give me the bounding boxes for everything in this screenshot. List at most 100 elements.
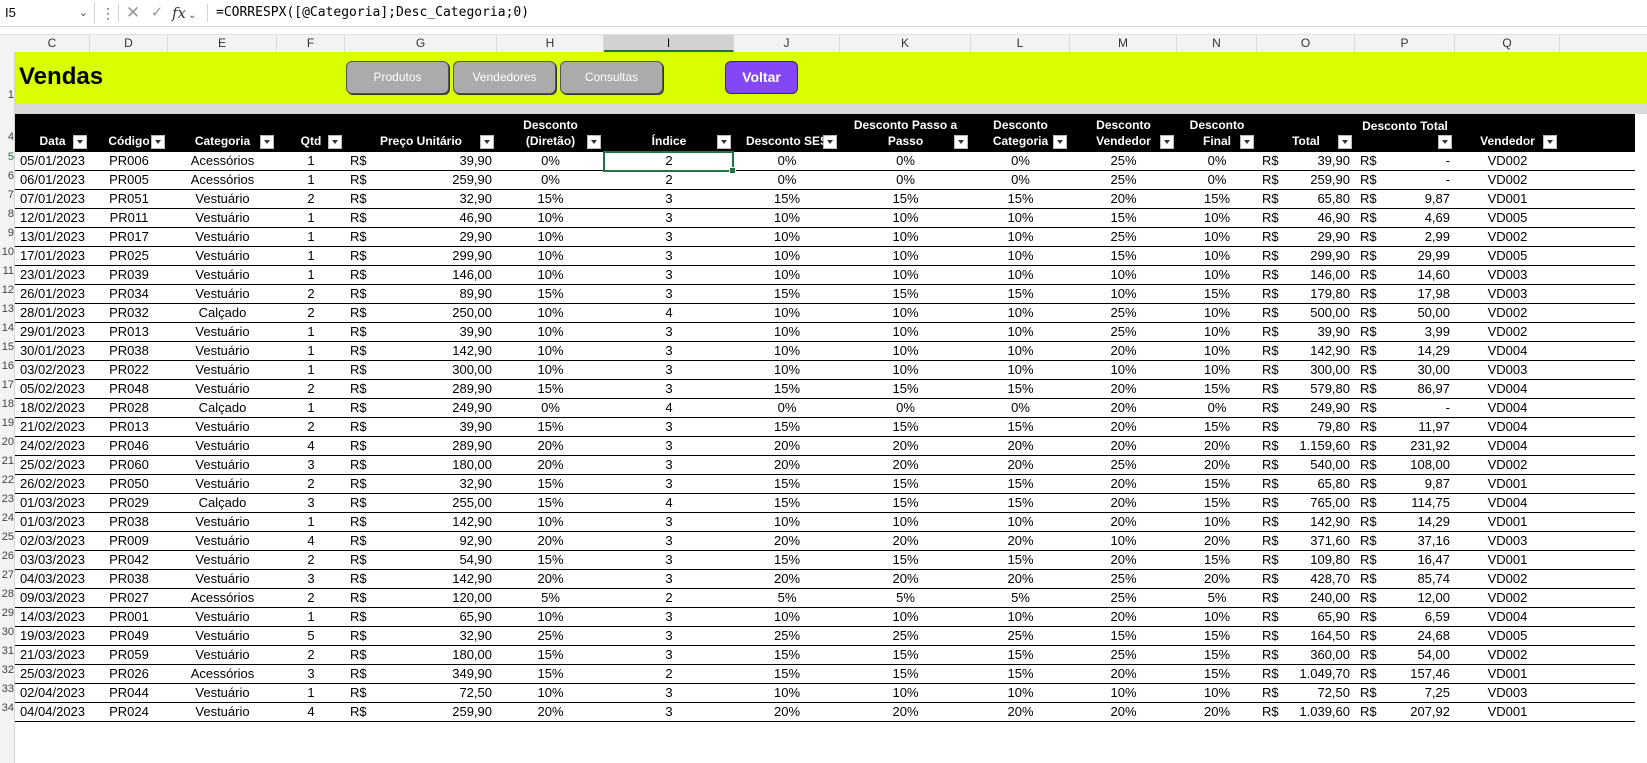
cell-desc-total[interactable]: -: [1355, 152, 1455, 170]
cell-desc-passo[interactable]: 10%: [840, 209, 971, 227]
cell-preco[interactable]: 39,90: [345, 418, 497, 436]
cell-preco[interactable]: 259,90: [345, 171, 497, 189]
cell-desc-final[interactable]: 15%: [1177, 285, 1257, 303]
cell-desc-total[interactable]: 3,99: [1355, 323, 1455, 341]
cell-desc-diretao[interactable]: 0%: [497, 399, 604, 417]
cell-desc-passo[interactable]: 10%: [840, 323, 971, 341]
cell-desc-total[interactable]: 231,92: [1355, 437, 1455, 455]
column-header-e[interactable]: E: [168, 35, 277, 52]
cell-total[interactable]: 29,90: [1257, 228, 1355, 246]
cell-desc-vendedor[interactable]: 25%: [1070, 570, 1177, 588]
cell-desc-total[interactable]: 50,00: [1355, 304, 1455, 322]
cell-desc-total[interactable]: 114,75: [1355, 494, 1455, 512]
cell-desc-vendedor[interactable]: 20%: [1070, 342, 1177, 360]
cell-total[interactable]: 300,00: [1257, 361, 1355, 379]
cell-desc-total[interactable]: 7,25: [1355, 684, 1455, 702]
cell-desc-passo[interactable]: 15%: [840, 551, 971, 569]
cell-qtd[interactable]: 1: [277, 171, 345, 189]
cell-desc-ses[interactable]: 10%: [734, 684, 840, 702]
cell-codigo[interactable]: PR013: [90, 418, 168, 436]
column-header-c[interactable]: C: [15, 35, 90, 52]
cell-categoria[interactable]: Acessórios: [168, 152, 277, 170]
cell-qtd[interactable]: 5: [277, 627, 345, 645]
cell-indice[interactable]: 3: [604, 475, 734, 493]
column-header-d[interactable]: D: [90, 35, 168, 52]
column-header-o[interactable]: O: [1257, 35, 1355, 52]
cell-desc-passo[interactable]: 15%: [840, 475, 971, 493]
cell-desc-diretao[interactable]: 10%: [497, 361, 604, 379]
cell-desc-categoria[interactable]: 15%: [971, 665, 1070, 683]
cell-desc-final[interactable]: 15%: [1177, 665, 1257, 683]
cancel-icon[interactable]: ✕: [124, 2, 142, 24]
cell-desc-passo[interactable]: 10%: [840, 513, 971, 531]
cell-qtd[interactable]: 1: [277, 247, 345, 265]
cell-total[interactable]: 259,90: [1257, 171, 1355, 189]
cell-indice[interactable]: 3: [604, 266, 734, 284]
cell-codigo[interactable]: PR009: [90, 532, 168, 550]
cell-desc-total[interactable]: 85,74: [1355, 570, 1455, 588]
cell-total[interactable]: 79,80: [1257, 418, 1355, 436]
cell-desc-passo[interactable]: 15%: [840, 646, 971, 664]
cell-codigo[interactable]: PR001: [90, 608, 168, 626]
column-header-f[interactable]: F: [277, 35, 345, 52]
row-header-11[interactable]: 11: [0, 264, 14, 278]
cell-vendedor[interactable]: VD001: [1455, 190, 1560, 208]
cell-desc-categoria[interactable]: 20%: [971, 456, 1070, 474]
cell-desc-vendedor[interactable]: 25%: [1070, 152, 1177, 170]
cell-codigo[interactable]: PR044: [90, 684, 168, 702]
cell-desc-categoria[interactable]: 20%: [971, 437, 1070, 455]
cell-desc-final[interactable]: 10%: [1177, 323, 1257, 341]
cell-desc-diretao[interactable]: 15%: [497, 190, 604, 208]
cell-desc-ses[interactable]: 10%: [734, 266, 840, 284]
cell-vendedor[interactable]: VD001: [1455, 665, 1560, 683]
cell-data[interactable]: 25/02/2023: [15, 456, 90, 474]
cell-desc-passo[interactable]: 20%: [840, 532, 971, 550]
cell-desc-ses[interactable]: 10%: [734, 323, 840, 341]
cell-desc-total[interactable]: 16,47: [1355, 551, 1455, 569]
cell-total[interactable]: 65,80: [1257, 475, 1355, 493]
filter-dropdown-icon[interactable]: [1543, 135, 1557, 149]
cell-data[interactable]: 13/01/2023: [15, 228, 90, 246]
enter-icon[interactable]: ✓: [148, 2, 166, 24]
cell-desc-vendedor[interactable]: 20%: [1070, 380, 1177, 398]
cell-vendedor[interactable]: VD004: [1455, 437, 1560, 455]
cell-preco[interactable]: 250,00: [345, 304, 497, 322]
cell-data[interactable]: 25/03/2023: [15, 665, 90, 683]
cell-desc-diretao[interactable]: 0%: [497, 152, 604, 170]
cell-desc-vendedor[interactable]: 20%: [1070, 703, 1177, 721]
cell-data[interactable]: 23/01/2023: [15, 266, 90, 284]
cell-vendedor[interactable]: VD002: [1455, 323, 1560, 341]
cell-qtd[interactable]: 3: [277, 570, 345, 588]
row-header-19[interactable]: 19: [0, 416, 14, 430]
cell-total[interactable]: 46,90: [1257, 209, 1355, 227]
row-header-14[interactable]: 14: [0, 321, 14, 335]
cell-indice[interactable]: 3: [604, 247, 734, 265]
cell-desc-categoria[interactable]: 20%: [971, 703, 1070, 721]
cell-qtd[interactable]: 2: [277, 304, 345, 322]
cell-desc-passo[interactable]: 0%: [840, 152, 971, 170]
cell-desc-vendedor[interactable]: 15%: [1070, 209, 1177, 227]
cell-qtd[interactable]: 2: [277, 380, 345, 398]
filter-dropdown-icon[interactable]: [260, 135, 274, 149]
cell-desc-passo[interactable]: 20%: [840, 703, 971, 721]
cell-desc-ses[interactable]: 25%: [734, 627, 840, 645]
cell-total[interactable]: 360,00: [1257, 646, 1355, 664]
cell-desc-diretao[interactable]: 15%: [497, 551, 604, 569]
cell-indice[interactable]: 3: [604, 551, 734, 569]
cell-desc-ses[interactable]: 10%: [734, 209, 840, 227]
cell-desc-passo[interactable]: 25%: [840, 627, 971, 645]
cell-indice[interactable]: 4: [604, 494, 734, 512]
column-header-l[interactable]: L: [971, 35, 1070, 52]
cell-desc-diretao[interactable]: 10%: [497, 608, 604, 626]
cell-desc-final[interactable]: 10%: [1177, 513, 1257, 531]
cell-categoria[interactable]: Vestuário: [168, 513, 277, 531]
cell-desc-categoria[interactable]: 20%: [971, 570, 1070, 588]
cell-indice[interactable]: 3: [604, 285, 734, 303]
formula-input[interactable]: =CORRESPX([@Categoria];Desc_Categoria;0): [216, 2, 529, 24]
cell-desc-ses[interactable]: 10%: [734, 228, 840, 246]
cell-desc-categoria[interactable]: 10%: [971, 342, 1070, 360]
cell-data[interactable]: 01/03/2023: [15, 494, 90, 512]
cell-desc-vendedor[interactable]: 15%: [1070, 627, 1177, 645]
cell-desc-vendedor[interactable]: 20%: [1070, 665, 1177, 683]
cell-categoria[interactable]: Vestuário: [168, 456, 277, 474]
